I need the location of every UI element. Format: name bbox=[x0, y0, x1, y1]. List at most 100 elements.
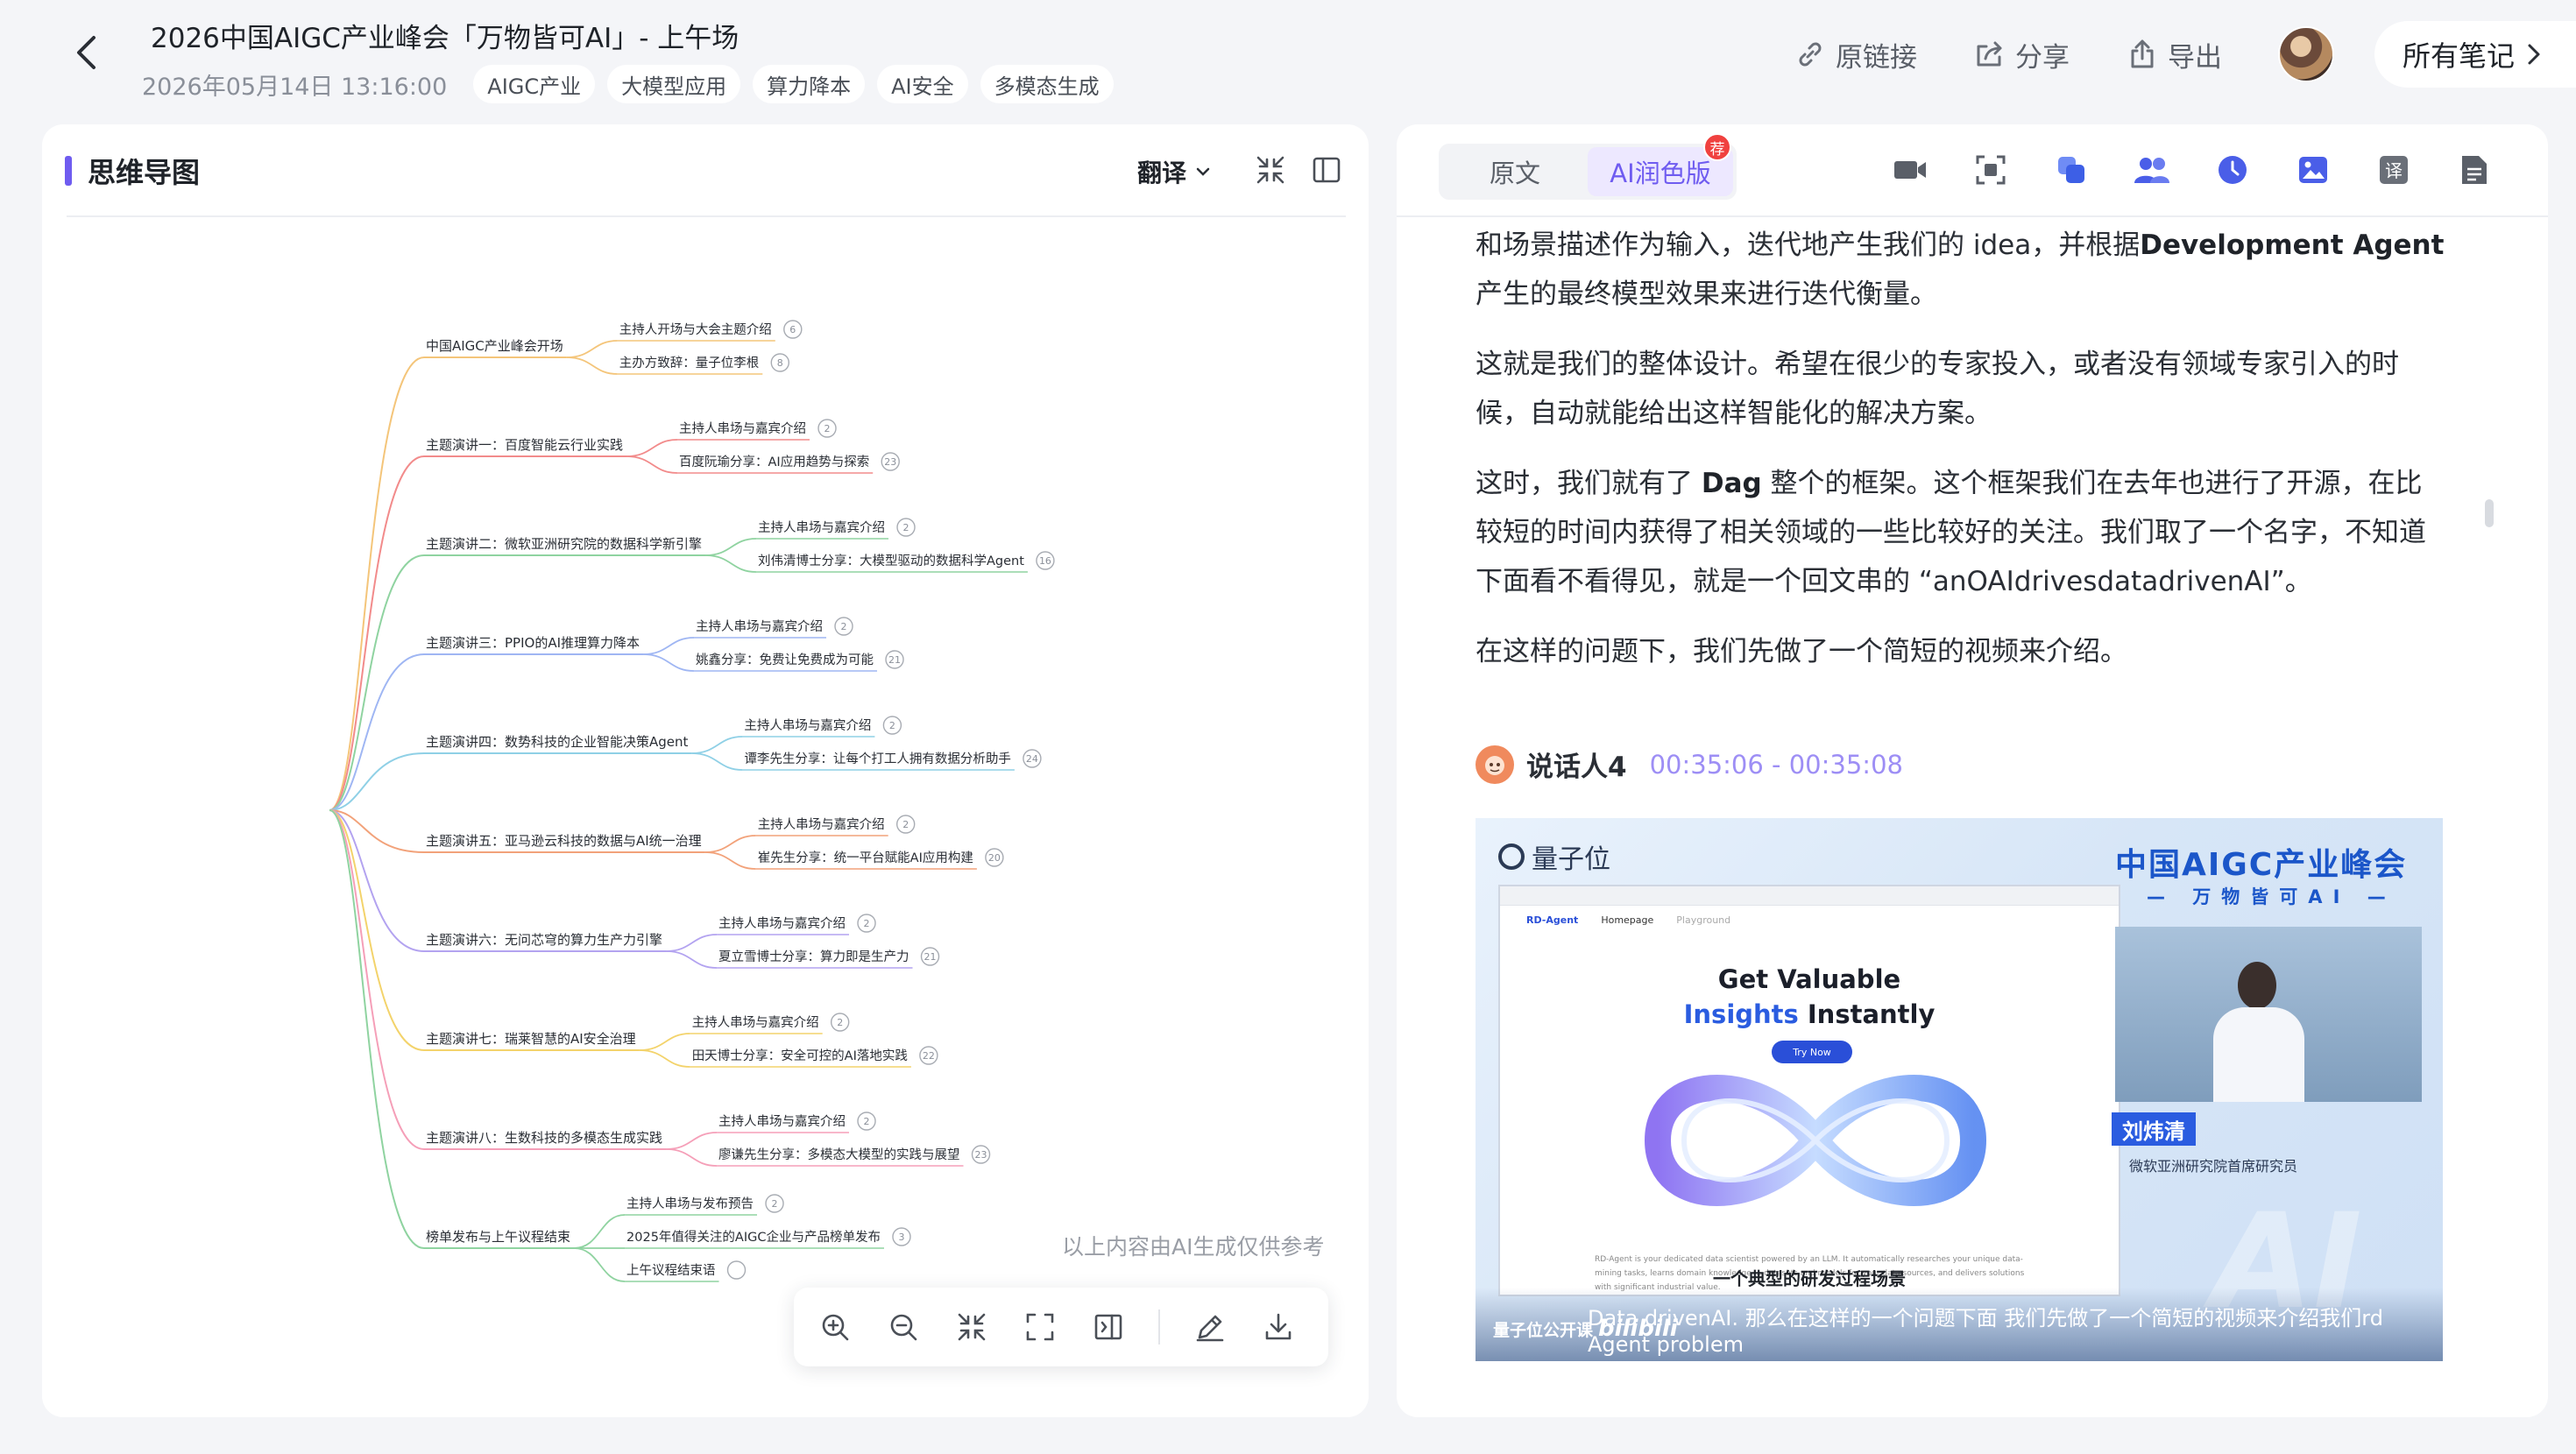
speaker-name[interactable]: 说话人4 bbox=[1526, 745, 1627, 784]
tag[interactable]: 算力降本 bbox=[753, 65, 866, 103]
child-connector bbox=[704, 835, 756, 853]
child-connector bbox=[705, 538, 757, 556]
mindmap-node[interactable]: 中国AIGC产业峰会开场 bbox=[426, 338, 563, 354]
mindmap-node[interactable]: 主题演讲二：微软亚洲研究院的数据科学新引擎 bbox=[426, 536, 702, 552]
mindmap-node[interactable]: 主题演讲一：百度智能云行业实践 bbox=[426, 437, 623, 453]
count-badge-number: 24 bbox=[1026, 753, 1038, 765]
transcript-paragraph[interactable]: 和场景描述作为输入，迭代地产生我们的 idea，并根据Development A… bbox=[1476, 221, 2448, 319]
scrollbar-thumb[interactable] bbox=[2485, 499, 2494, 527]
document-button[interactable] bbox=[2455, 151, 2494, 189]
count-badge-number: 23 bbox=[975, 1149, 987, 1161]
mindmap-child-node[interactable]: 廖谦先生分享：多模态大模型的实践与展望 bbox=[718, 1147, 960, 1162]
mindmap-node[interactable]: 主题演讲四：数势科技的企业智能决策Agent bbox=[426, 734, 689, 750]
mindmap-child-node[interactable]: 上午议程结束语 bbox=[626, 1263, 716, 1278]
mindmap-child-node[interactable]: 主办方致辞：量子位李根 bbox=[619, 356, 760, 371]
transcript-paragraph[interactable]: 这时，我们就有了 Dag 整个的框架。这个框架我们在去年也进行了开源，在比较短的… bbox=[1476, 459, 2448, 606]
mindmap-child-node[interactable]: 主持人串场与嘉宾介绍 bbox=[718, 916, 846, 931]
child-connector bbox=[704, 851, 756, 870]
transcript-paragraph[interactable]: 在这样的问题下，我们先做了一个简短的视频来介绍。 bbox=[1476, 627, 2448, 676]
mindmap-child-node[interactable]: 主持人串场与嘉宾介绍 bbox=[692, 1015, 819, 1030]
mindmap-node[interactable]: 榜单发布与上午议程结束 bbox=[426, 1229, 570, 1245]
back-button[interactable] bbox=[68, 33, 103, 72]
mindmap-child-node[interactable]: 主持人串场与嘉宾介绍 bbox=[758, 520, 885, 535]
count-badge-number: 2 bbox=[889, 720, 895, 731]
infinity-graphic bbox=[1644, 1075, 1987, 1206]
speaker-avatar-icon bbox=[1476, 745, 1514, 784]
child-connector bbox=[705, 554, 757, 573]
outline-toggle-button[interactable] bbox=[1090, 1308, 1127, 1346]
video-button[interactable] bbox=[1891, 151, 1929, 189]
link-icon bbox=[1799, 42, 1822, 67]
speaker-role: 微软亚洲研究院首席研究员 bbox=[2129, 1158, 2298, 1175]
video-frame[interactable]: 量子位 中国AIGC产业峰会 — 万物皆可AI — RD-Agent Homepa… bbox=[1476, 818, 2443, 1361]
mindmap-child-node[interactable]: 姚鑫分享：免费让免费成为可能 bbox=[696, 652, 874, 667]
mindmap-child-node[interactable]: 夏立雪博士分享：算力即是生产力 bbox=[718, 949, 909, 964]
view-tabs: 原文 AI润色版 bbox=[1439, 144, 1737, 200]
browser-bar bbox=[1500, 886, 2119, 906]
screenshot-button[interactable] bbox=[1971, 151, 2010, 189]
tag[interactable]: AI安全 bbox=[877, 65, 968, 103]
mindmap-node[interactable]: 主题演讲五：亚马逊云科技的数据与AI统一治理 bbox=[426, 833, 702, 849]
fit-center-button[interactable] bbox=[953, 1308, 990, 1346]
transcript-paragraph[interactable]: 这就是我们的整体设计。希望在很少的专家投入，或者没有领域专家引入的时候，自动就能… bbox=[1476, 340, 2448, 438]
child-connector bbox=[566, 356, 618, 375]
transcript-panel: 原文 AI润色版 荐 译 和场景描述作为输入，迭代地产生我们的 idea，并根据… bbox=[1397, 124, 2548, 1417]
download-button[interactable] bbox=[1260, 1308, 1297, 1346]
page-title: 2026中国AIGC产业峰会「万物皆可AI」- 上午场 bbox=[151, 23, 740, 54]
mindmap-child-node[interactable]: 2025年值得关注的AIGC企业与产品榜单发布 bbox=[626, 1229, 881, 1245]
meta-row: 2026年05月14日 13:16:00 AIGC产业 大模型应用 算力降本 A… bbox=[142, 65, 1114, 103]
fullscreen-button[interactable] bbox=[1022, 1308, 1058, 1346]
count-badge-number: 20 bbox=[988, 852, 1001, 864]
mindmap-node[interactable]: 主题演讲六：无问芯穹的算力生产力引擎 bbox=[426, 932, 662, 948]
svg-text:译: 译 bbox=[2385, 160, 2403, 181]
tag[interactable]: AIGC产业 bbox=[473, 65, 596, 103]
timeline-button[interactable] bbox=[2213, 151, 2252, 189]
tag[interactable]: 多模态生成 bbox=[980, 65, 1114, 103]
mindmap-child-node[interactable]: 主持人串场与嘉宾介绍 bbox=[758, 817, 885, 832]
zoom-out-button[interactable] bbox=[885, 1308, 922, 1346]
mindmap-child-node[interactable]: 主持人串场与嘉宾介绍 bbox=[718, 1114, 846, 1129]
speaker-name-tag: 刘炜清 bbox=[2112, 1112, 2196, 1146]
tag[interactable]: 大模型应用 bbox=[607, 65, 741, 103]
mindmap-child-node[interactable]: 谭李先生分享：让每个打工人拥有数据分析助手 bbox=[744, 752, 1011, 766]
branch-connector bbox=[329, 809, 425, 1150]
tab-original[interactable]: 原文 bbox=[1442, 147, 1588, 196]
speaker-timestamp[interactable]: 00:35:06 - 00:35:08 bbox=[1650, 750, 1903, 780]
speakers-button[interactable] bbox=[2133, 151, 2171, 189]
count-badge-number: 3 bbox=[898, 1232, 904, 1243]
child-connector bbox=[691, 752, 743, 771]
slide-caption: 一个典型的研发过程场景 bbox=[1713, 1268, 1906, 1289]
count-badge-number: 21 bbox=[924, 951, 937, 963]
mindmap-child-node[interactable]: 刘伟清博士分享：大模型驱动的数据科学Agent bbox=[758, 554, 1024, 568]
mindmap-child-node[interactable]: 百度阮瑜分享：AI应用趋势与探索 bbox=[679, 454, 869, 469]
mindmap-child-node[interactable]: 主持人串场与嘉宾介绍 bbox=[679, 421, 806, 436]
translate-button[interactable]: 译 bbox=[2374, 151, 2413, 189]
image-button[interactable] bbox=[2294, 151, 2332, 189]
mindmap-canvas[interactable]: 中国AIGC产业峰会开场 主持人开场与大会主题介绍 6 主办方致辞：量子位李根 8 主题演… bbox=[42, 124, 1369, 1417]
user-avatar[interactable] bbox=[2277, 26, 2334, 82]
paragraph-bold: Dag bbox=[1701, 468, 1762, 499]
mindmap-child-node[interactable]: 主持人串场与嘉宾介绍 bbox=[696, 619, 823, 634]
edit-button[interactable] bbox=[1192, 1308, 1228, 1346]
mindmap-node[interactable]: 主题演讲八：生数科技的多模态生成实践 bbox=[426, 1130, 662, 1146]
original-link-button[interactable]: 原链接 bbox=[1794, 35, 1917, 74]
mindmap-child-node[interactable]: 田天博士分享：安全可控的AI落地实践 bbox=[692, 1048, 908, 1063]
all-notes-button[interactable]: 所有笔记 bbox=[2374, 21, 2576, 88]
mindmap-child-node[interactable]: 主持人开场与大会主题介绍 bbox=[619, 322, 772, 337]
export-button[interactable]: 导出 bbox=[2126, 35, 2222, 74]
speaker-camera bbox=[2115, 927, 2422, 1102]
child-connector bbox=[626, 439, 678, 457]
zoom-in-button[interactable] bbox=[817, 1308, 853, 1346]
count-badge-number: 2 bbox=[864, 918, 870, 929]
share-button[interactable]: 分享 bbox=[1973, 35, 2070, 74]
count-badge[interactable] bbox=[726, 1260, 747, 1280]
mindmap-child-node[interactable]: 主持人串场与发布预告 bbox=[626, 1196, 754, 1211]
toolbar-divider bbox=[1397, 215, 2548, 217]
child-connector bbox=[666, 1132, 718, 1150]
mindmap-child-node[interactable]: 崔先生分享：统一平台赋能AI应用构建 bbox=[758, 850, 973, 865]
slide-nav: RD-Agent Homepage Playground bbox=[1526, 914, 1731, 926]
mindmap-node[interactable]: 主题演讲三：PPIO的AI推理算力降本 bbox=[426, 635, 640, 651]
mindmap-node[interactable]: 主题演讲七：瑞莱智慧的AI安全治理 bbox=[426, 1031, 636, 1047]
copy-button[interactable] bbox=[2052, 151, 2091, 189]
mindmap-child-node[interactable]: 主持人串场与嘉宾介绍 bbox=[744, 718, 871, 733]
